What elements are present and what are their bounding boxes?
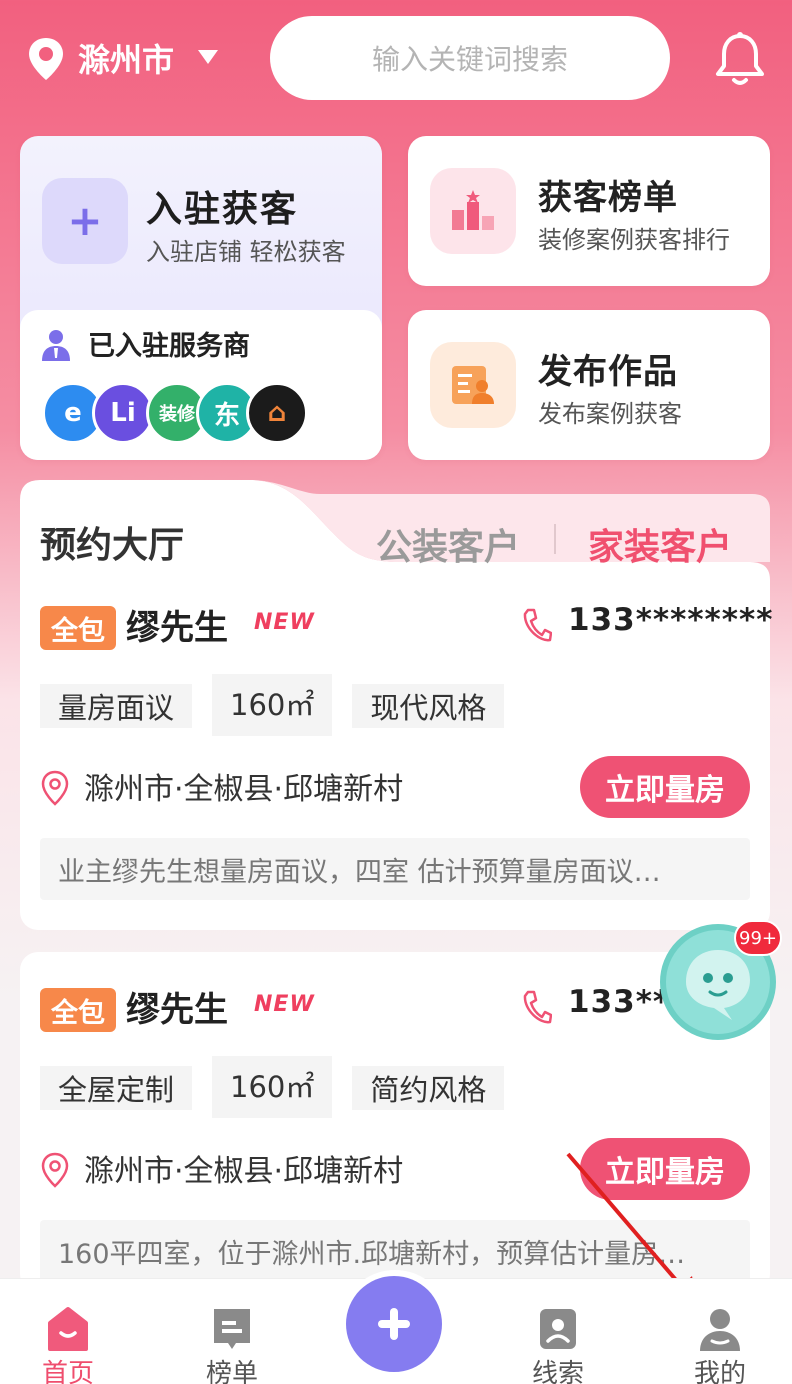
chevron-down-icon[interactable] [198,50,218,64]
phone-icon[interactable] [520,606,552,646]
ranking-title: 获客榜单 [538,178,678,218]
lead-tag: 现代风格 [352,684,505,728]
nav-label: 线索 [531,1359,584,1384]
measure-now-button[interactable]: 立即量房 [580,756,750,818]
profile-icon [700,1309,740,1351]
nav-profile[interactable]: 我的 [670,1295,770,1384]
join-subtitle: 入驻店铺 轻松获客 [146,238,346,266]
tab-divider [554,524,556,554]
leads-icon [540,1309,576,1349]
package-badge: 全包 [40,988,116,1032]
hall-title: 预约大厅 [40,525,185,566]
city-selector[interactable]: 滁州市 [78,36,174,84]
lead-name: 缪先生 [126,990,228,1030]
location-icon [41,770,69,806]
join-card[interactable]: + 入驻获客 入驻店铺 轻松获客 已入驻服务商 e Li 装修 东 ⌂ [20,136,382,460]
ranking-icon [214,1309,250,1349]
provider-avatar[interactable]: ⌂ [246,382,308,444]
lead-address: 滁州市·全椒县·邱塘新村 [84,1154,404,1189]
unread-count-badge: 99+ [734,920,782,956]
tab-public-customers[interactable]: 公装客户 [376,518,520,570]
providers-title: 已入驻服务商 [88,331,250,362]
provider-avatars: e Li 装修 东 ⌂ [42,382,342,446]
nav-label: 首页 [41,1359,94,1384]
publish-title: 发布作品 [538,352,678,392]
nav-leads[interactable]: 线索 [508,1295,608,1384]
lead-phone[interactable]: 133******** [568,602,773,638]
publish-fab-button[interactable] [340,1270,450,1380]
provider-avatar[interactable]: Li [92,382,154,444]
home-icon [48,1307,88,1351]
nav-home[interactable]: 首页 [18,1295,118,1384]
providers-section[interactable]: 已入驻服务商 e Li 装修 东 ⌂ [20,310,382,460]
bell-icon[interactable] [712,30,768,88]
lead-tag: 全屋定制 [40,1066,193,1110]
add-icon: + [42,178,128,264]
service-provider-icon [42,330,70,361]
lead-name: 缪先生 [126,608,228,648]
lead-tag: 简约风格 [352,1066,505,1110]
publish-subtitle: 发布案例获客 [538,400,682,428]
join-title: 入驻获客 [146,189,299,230]
ranking-podium-icon [430,168,516,254]
package-badge: 全包 [40,606,116,650]
publish-card[interactable]: 发布作品 发布案例获客 [408,310,770,460]
lead-tag: 量房面议 [40,684,193,728]
ranking-subtitle: 装修案例获客排行 [538,226,730,254]
lead-tag: 160㎡ [212,1056,333,1118]
active-tab-indicator [656,560,680,570]
location-icon [41,1152,69,1188]
lead-address: 滁州市·全椒县·邱塘新村 [84,772,404,807]
search-input[interactable]: 输入关键词搜索 [270,16,670,100]
publish-portfolio-icon [430,342,516,428]
new-badge: NEW [254,610,315,635]
lead-tags: 全屋定制 160㎡ 简约风格 [40,1056,505,1120]
ranking-card[interactable]: 获客榜单 装修案例获客排行 [408,136,770,286]
nav-label: 榜单 [205,1359,258,1384]
lead-description: 业主缪先生想量房面议，四室 估计预算量房面议… [40,838,750,900]
location-pin-icon[interactable] [26,36,66,82]
app-header: 滁州市 输入关键词搜索 [0,0,792,120]
nav-ranking[interactable]: 榜单 [182,1295,282,1384]
lead-tags: 量房面议 160㎡ 现代风格 [40,674,505,738]
phone-icon[interactable] [520,988,552,1028]
lead-tag: 160㎡ [212,674,333,736]
new-badge: NEW [254,992,315,1017]
lead-card[interactable]: 全包 缪先生 NEW 133******** 量房面议 160㎡ 现代风格 滁州… [20,570,773,930]
plus-icon [346,1276,442,1372]
nav-label: 我的 [693,1359,746,1384]
